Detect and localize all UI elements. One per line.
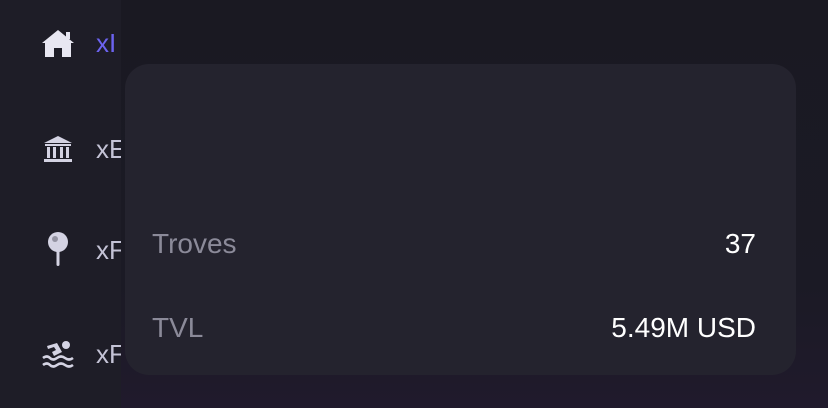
sidebar-item-bank[interactable]: xE: [38, 127, 121, 171]
tvl-label: TVL: [152, 312, 204, 343]
bank-icon: [38, 129, 78, 169]
troves-row: Troves 37: [152, 224, 756, 264]
sidebar-item-home[interactable]: xI: [38, 21, 116, 65]
sidebar: xI xE xF xF: [0, 0, 121, 408]
tvl-row: TVL 5.49M USD: [152, 308, 756, 348]
home-icon: [38, 23, 78, 63]
tvl-value: 5.49M USD: [611, 312, 756, 343]
swimmer-icon: [38, 334, 78, 374]
troves-label: Troves: [152, 228, 237, 259]
sidebar-item-label: xF: [96, 338, 121, 369]
sidebar-item-label: xI: [96, 27, 117, 58]
sidebar-item-label: xF: [96, 234, 121, 265]
sidebar-item-swim[interactable]: xF: [38, 332, 121, 376]
app-screen: xI xE xF xF Troves 37 TVL 5.49M USD: [0, 0, 828, 408]
troves-value: 37: [724, 228, 756, 259]
pin-icon: [38, 230, 78, 270]
sidebar-item-pin[interactable]: xF: [38, 228, 121, 272]
sidebar-item-label: xE: [96, 133, 121, 164]
stats-card: Troves 37 TVL 5.49M USD: [125, 64, 796, 375]
